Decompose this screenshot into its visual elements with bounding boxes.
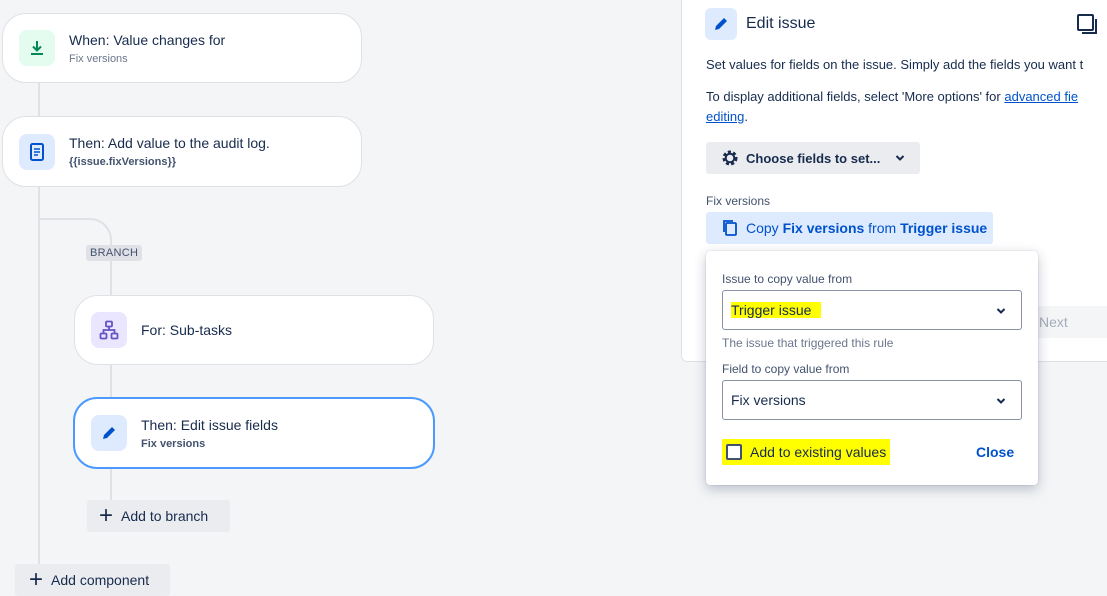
edit-fields-title: Then: Edit issue fields	[141, 416, 278, 433]
hierarchy-icon	[99, 320, 119, 340]
for-subtasks-title: For: Sub-tasks	[141, 322, 233, 338]
add-to-branch-button[interactable]: + Add to branch	[87, 500, 230, 532]
branch-tag: BRANCH	[86, 245, 143, 261]
plus-icon: +	[29, 566, 44, 593]
audit-subtitle: {{issue.fixVersions}}	[69, 156, 177, 168]
panel-title: Edit issue	[746, 15, 816, 32]
field-source-select[interactable]: Fix versions	[722, 380, 1022, 420]
panel-more-options-line2: editing.	[706, 109, 748, 124]
trigger-subtitle: Fix versions	[69, 52, 128, 65]
copy-value-popup: Issue to copy value from Trigger issue T…	[706, 251, 1038, 485]
duplicate-icon[interactable]	[1076, 13, 1100, 37]
connector-line	[110, 468, 112, 502]
more-options-prefix: To display additional fields, select 'Mo…	[706, 89, 1001, 104]
field-source-label: Field to copy value from	[722, 362, 850, 376]
issue-source-value: Trigger issue	[731, 302, 822, 318]
copy-button-text: Copy Fix versions from Trigger issue	[746, 220, 987, 236]
more-options-suffix: .	[744, 109, 748, 124]
choose-fields-label: Choose fields to set...	[746, 150, 881, 166]
branch-icon-wrap	[91, 312, 127, 348]
panel-icon-wrap	[705, 8, 737, 40]
edit-icon-wrap	[91, 415, 127, 451]
copy-field: Fix versions	[782, 220, 865, 236]
audit-icon-wrap	[19, 133, 55, 170]
choose-fields-button[interactable]: Choose fields to set...	[706, 142, 920, 174]
add-to-existing-checkbox[interactable]	[726, 444, 742, 460]
advanced-editing-link-cont[interactable]: editing	[706, 109, 744, 124]
trigger-title: When: Value changes for	[69, 31, 226, 48]
add-to-branch-label: Add to branch	[121, 508, 209, 524]
audit-log-card[interactable]: Then: Add value to the audit log. {{issu…	[2, 116, 362, 187]
issue-source-label: Issue to copy value from	[722, 272, 853, 286]
connector-line	[110, 364, 112, 398]
chevron-down-icon	[996, 398, 1006, 404]
issue-source-helper: The issue that triggered this rule	[722, 336, 894, 350]
gear-icon	[722, 150, 738, 166]
for-subtasks-card[interactable]: For: Sub-tasks	[74, 295, 434, 365]
document-icon	[30, 142, 44, 161]
field-source-value: Fix versions	[731, 392, 806, 408]
advanced-editing-link[interactable]: advanced fie	[1004, 89, 1078, 104]
copy-prefix: Copy	[746, 220, 779, 236]
edit-fields-subtitle: Fix versions	[141, 437, 206, 450]
copy-icon	[723, 220, 737, 236]
edit-issue-fields-card[interactable]: Then: Edit issue fields Fix versions	[73, 397, 435, 469]
audit-title: Then: Add value to the audit log.	[69, 135, 270, 151]
chevron-down-icon	[896, 155, 905, 161]
chevron-down-icon	[996, 308, 1006, 314]
next-button[interactable]: Next	[1026, 306, 1107, 338]
plus-icon: +	[99, 502, 114, 529]
add-component-button[interactable]: + Add component	[15, 564, 170, 596]
panel-description: Set values for fields on the issue. Simp…	[706, 57, 1084, 72]
copy-middle: from	[868, 220, 897, 236]
connector-line	[38, 82, 40, 118]
panel-more-options-text: To display additional fields, select 'Mo…	[706, 89, 1078, 104]
download-arrow-icon	[31, 41, 43, 55]
add-to-existing-label: Add to existing values	[750, 444, 887, 460]
add-component-label: Add component	[51, 572, 150, 588]
close-button[interactable]: Close	[976, 444, 1014, 460]
pencil-icon	[715, 18, 727, 30]
connector-line	[110, 258, 112, 296]
trigger-icon-wrap	[19, 30, 55, 66]
trigger-card[interactable]: When: Value changes for Fix versions	[2, 13, 362, 83]
add-to-existing-row[interactable]: Add to existing values	[722, 439, 891, 465]
pencil-icon	[103, 427, 115, 439]
copy-source: Trigger issue	[900, 220, 988, 236]
issue-source-select[interactable]: Trigger issue	[722, 290, 1022, 330]
copy-fix-versions-button[interactable]: Copy Fix versions from Trigger issue	[706, 212, 993, 244]
fix-versions-label: Fix versions	[706, 194, 771, 208]
